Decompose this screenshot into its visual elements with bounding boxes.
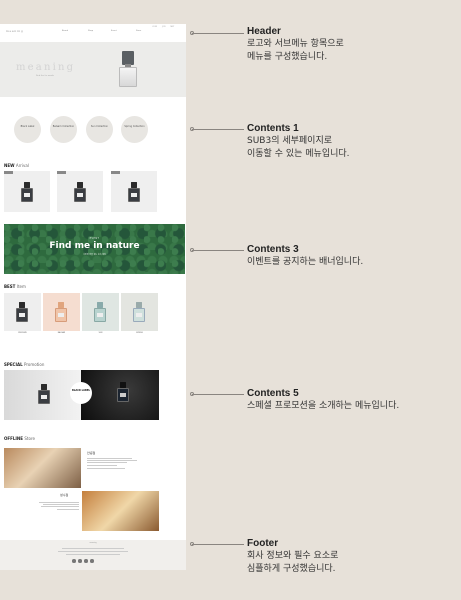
best-product-card[interactable] [4, 293, 41, 331]
util-join[interactable]: JOIN [162, 27, 165, 28]
new-product-card[interactable] [111, 171, 157, 212]
banner-title: Find me in nature [49, 241, 140, 251]
category-spring[interactable]: Spring Collection [121, 116, 148, 143]
store-photo [4, 448, 81, 488]
util-login[interactable]: LOGIN [152, 27, 157, 28]
site-footer: meaning [0, 540, 186, 570]
category-sun[interactable]: Sun Collection [86, 116, 113, 143]
best-product-card[interactable] [82, 293, 119, 331]
promo-circle: BLACK LABEL [70, 382, 92, 404]
annotation-title: Contents 3 [247, 244, 299, 255]
annotation-title: Contents 1 [247, 123, 299, 134]
annotation-title: Footer [247, 538, 279, 549]
new-product-card[interactable] [4, 171, 50, 212]
hero-section: meaning Find the tin words [0, 42, 186, 97]
nav-brand[interactable]: Brand [62, 30, 68, 32]
site-logo[interactable]: meaning [6, 29, 23, 33]
hero-title: meaning [16, 62, 76, 73]
nav-event[interactable]: Event [111, 30, 117, 32]
annotation-desc: 회사 정보와 필수 요소로 [247, 551, 339, 561]
nav-shop[interactable]: Shop [88, 30, 93, 32]
best-product-card[interactable] [43, 293, 80, 331]
best-label: BALSAM [57, 332, 66, 334]
best-label: SUN [98, 332, 103, 334]
store-name: 안녕점 [87, 451, 96, 455]
new-arrival-title: NEW Arrival [4, 163, 29, 168]
social-icon[interactable] [78, 559, 82, 563]
footer-brand: meaning [89, 543, 97, 544]
category-balsam[interactable]: Balsam Collection [50, 116, 77, 143]
banner-subtitle: 나만의 향을 찾는 숲속 체험 [83, 254, 106, 256]
best-label: SPRING [136, 332, 143, 334]
new-product-card[interactable] [57, 171, 103, 212]
page-mockup: meaning Brand Shop Event Store LOGIN JOI… [0, 24, 186, 570]
store-description [35, 501, 79, 511]
annotation-desc: 메뉴를 구성했습니다. [247, 52, 328, 62]
hero-perfume-image [119, 51, 137, 89]
social-icon[interactable] [72, 559, 76, 563]
special-promotion-banner[interactable]: BLACK LABEL [4, 370, 159, 420]
annotation-desc: 이벤트를 공지하는 배너입니다. [247, 257, 364, 267]
annotation-desc: SUB3의 세부페이지로 [247, 136, 333, 146]
hero-subtitle: Find the tin words [36, 75, 54, 77]
annotation-desc: 이동할 수 있는 메뉴입니다. [247, 149, 350, 159]
event-banner[interactable]: EVENT Find me in nature 나만의 향을 찾는 숲속 체험 [4, 224, 185, 274]
annotation-title: Contents 5 [247, 388, 299, 399]
social-icon[interactable] [90, 559, 94, 563]
nav-store[interactable]: Store [136, 30, 141, 32]
site-header: meaning Brand Shop Event Store LOGIN JOI… [0, 24, 186, 42]
offline-store-title: OFFLINE Store [4, 436, 35, 441]
annotation-desc: 심플하게 구성했습니다. [247, 564, 336, 574]
store-description [87, 457, 147, 470]
special-promotion-title: SPECIAL Promotion [4, 362, 45, 367]
best-item-title: BEST Item [4, 284, 26, 289]
best-label: PERFUME [18, 332, 27, 334]
store-name: 성수점 [60, 493, 69, 497]
annotation-title: Header [247, 26, 281, 37]
banner-event-label: EVENT [89, 237, 100, 240]
annotation-desc: 로고와 서브메뉴 항목으로 [247, 39, 344, 49]
social-icon[interactable] [84, 559, 88, 563]
annotation-desc: 스페셜 프로모션을 소개하는 메뉴입니다. [247, 401, 400, 411]
best-product-card[interactable] [121, 293, 158, 331]
util-cart[interactable]: CART [170, 27, 174, 28]
category-black-label[interactable]: Black Label [14, 116, 41, 143]
store-photo [82, 491, 159, 531]
